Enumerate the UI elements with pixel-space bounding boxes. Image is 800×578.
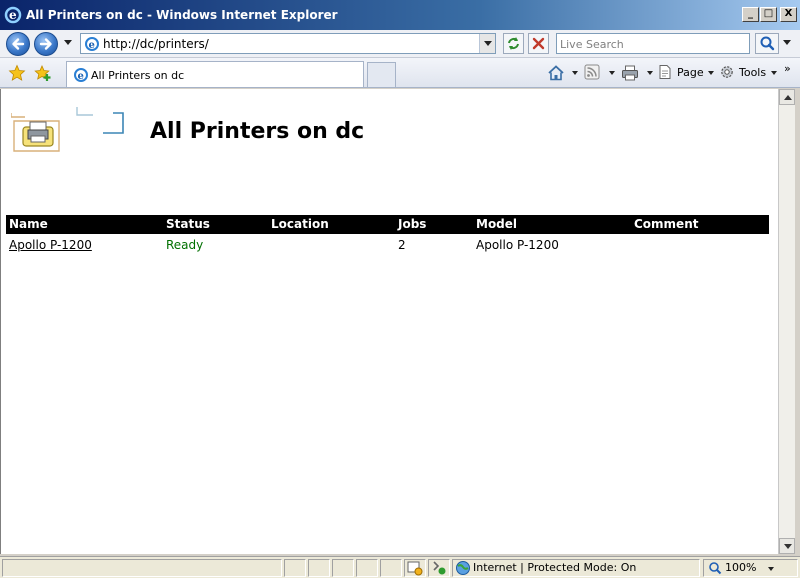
recent-pages-dropdown[interactable] — [64, 40, 72, 45]
status-text-pane — [2, 559, 282, 577]
home-button[interactable] — [547, 64, 579, 82]
gear-icon — [721, 66, 733, 78]
security-zone-pane[interactable]: Internet | Protected Mode: On — [452, 559, 700, 577]
chevron-down-icon — [609, 71, 615, 75]
printer-name-link[interactable]: Apollo P-1200 — [9, 238, 92, 252]
refresh-icon — [508, 37, 519, 50]
address-url[interactable]: http://dc/printers/ — [103, 37, 209, 51]
chevron-down-icon — [484, 41, 492, 46]
page-viewport: All Printers on dc Name Status Location … — [0, 89, 778, 554]
ie-page-icon: e — [85, 37, 99, 51]
page-title: All Printers on dc — [150, 119, 365, 144]
back-button[interactable] — [6, 32, 30, 56]
printer-jobs: 2 — [398, 238, 406, 252]
printers-table-header: Name Status Location Jobs Model Comment — [6, 215, 769, 234]
page-menu[interactable]: Page — [657, 64, 715, 82]
tools-menu-label: Tools — [739, 66, 767, 79]
print-button[interactable] — [621, 64, 653, 82]
chevron-down-icon — [784, 544, 792, 549]
chevron-down-icon — [647, 71, 653, 75]
popup-blocker-icon — [407, 561, 423, 576]
security-zone-text: Internet | Protected Mode: On — [473, 561, 637, 574]
feeds-button[interactable] — [584, 64, 616, 82]
home-icon — [548, 65, 564, 81]
ie-page-icon: e — [74, 68, 88, 82]
tools-menu[interactable]: Tools — [719, 64, 779, 82]
stop-icon — [532, 37, 545, 50]
vertical-scrollbar[interactable] — [778, 89, 795, 554]
status-pane — [332, 559, 354, 577]
status-bar: Internet | Protected Mode: On 100% — [0, 556, 800, 578]
manage-addons-pane[interactable] — [428, 559, 450, 577]
tab-label: All Printers on dc — [91, 69, 185, 82]
arrow-left-icon — [12, 38, 25, 50]
maximize-button[interactable]: □ — [760, 7, 777, 22]
printer-status: Ready — [166, 238, 204, 252]
address-dropdown-button[interactable] — [479, 34, 495, 53]
svg-text:e: e — [89, 40, 95, 51]
forward-button[interactable] — [34, 32, 58, 56]
refresh-button[interactable] — [503, 33, 524, 54]
svg-text:e: e — [9, 8, 17, 22]
search-options-dropdown[interactable] — [783, 40, 791, 45]
page-icon — [659, 65, 671, 79]
tab-all-printers[interactable]: e All Printers on dc — [66, 61, 364, 87]
popup-blocker-pane[interactable] — [404, 559, 426, 577]
status-pane — [284, 559, 306, 577]
more-commands-button[interactable]: » — [784, 60, 796, 78]
address-toolbar: e http://dc/printers/ Live Search — [0, 30, 800, 58]
window-title: All Printers on dc - Windows Internet Ex… — [26, 8, 338, 22]
page-menu-label: Page — [677, 66, 704, 79]
chevron-down-icon — [771, 71, 777, 75]
globe-icon — [456, 561, 470, 575]
magnifier-icon — [760, 36, 775, 51]
arrow-right-icon — [39, 38, 52, 50]
window-titlebar[interactable]: e All Printers on dc - Windows Internet … — [0, 0, 800, 30]
tab-toolbar: e All Printers on dc Page Tools » — [0, 58, 800, 88]
column-header-model: Model — [476, 217, 518, 231]
search-placeholder: Live Search — [560, 38, 624, 51]
column-header-location: Location — [271, 217, 329, 231]
minimize-button[interactable]: _ — [742, 7, 759, 22]
new-tab-button[interactable] — [367, 62, 396, 87]
address-bar[interactable]: e http://dc/printers/ — [80, 33, 496, 54]
scroll-up-button[interactable] — [779, 89, 795, 105]
column-header-jobs: Jobs — [398, 217, 427, 231]
zoom-control[interactable]: 100% — [703, 559, 798, 577]
chevron-down-icon — [572, 71, 578, 75]
window-border — [795, 89, 800, 554]
ie-logo-icon: e — [4, 6, 22, 24]
chevron-more-icon: » — [784, 62, 791, 75]
printer-folder-logo — [11, 107, 124, 152]
favorites-star-icon[interactable] — [8, 64, 26, 82]
search-button[interactable] — [755, 33, 779, 54]
column-header-comment: Comment — [634, 217, 699, 231]
rss-feed-icon — [584, 64, 600, 80]
status-pane — [380, 559, 402, 577]
chevron-down-icon — [708, 71, 714, 75]
status-pane — [356, 559, 378, 577]
chevron-up-icon — [784, 95, 792, 100]
close-button[interactable]: X — [780, 7, 797, 22]
printer-icon — [622, 65, 638, 81]
chevron-down-icon — [768, 567, 774, 571]
svg-text:e: e — [78, 71, 84, 82]
addons-icon — [433, 561, 446, 575]
zoom-icon — [709, 562, 722, 575]
column-header-status: Status — [166, 217, 210, 231]
column-header-name: Name — [9, 217, 48, 231]
status-pane — [308, 559, 330, 577]
printer-model: Apollo P-1200 — [476, 238, 559, 252]
scroll-down-button[interactable] — [779, 538, 795, 554]
stop-button[interactable] — [528, 33, 549, 54]
search-input[interactable]: Live Search — [556, 33, 750, 54]
add-favorites-icon[interactable] — [34, 64, 52, 82]
zoom-level: 100% — [725, 561, 757, 574]
